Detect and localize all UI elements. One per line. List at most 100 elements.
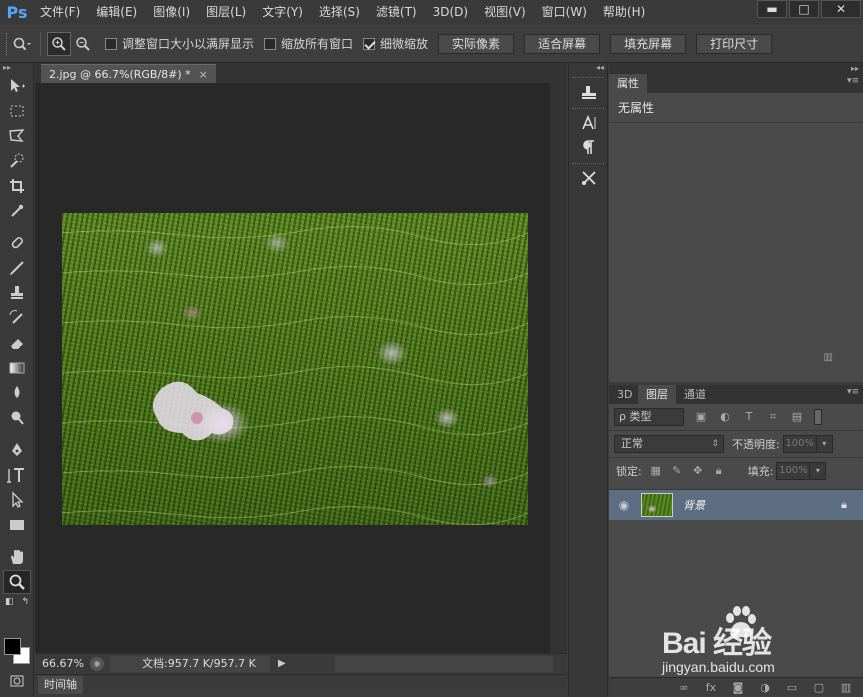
filter-smart-object-icon[interactable]: ▤ <box>790 411 804 423</box>
visibility-eye-icon[interactable]: ◉ <box>609 498 639 512</box>
menu-filter[interactable]: 滤镜(T) <box>368 0 425 25</box>
history-panel-icon[interactable] <box>572 80 606 104</box>
quick-mask-icon[interactable] <box>3 669 31 693</box>
eraser-tool-icon[interactable] <box>3 331 31 355</box>
menu-window[interactable]: 窗口(W) <box>534 0 595 25</box>
menu-3d[interactable]: 3D(D) <box>425 0 476 25</box>
checkbox-box-checked[interactable] <box>363 37 376 50</box>
hand-tool-icon[interactable] <box>3 545 31 569</box>
layer-row-background[interactable]: ◉ 背景 🔒︎ <box>609 489 863 520</box>
history-brush-tool-icon[interactable] <box>3 306 31 330</box>
tab-3d[interactable]: 3D <box>609 385 641 404</box>
zoom-out-icon[interactable] <box>71 32 95 56</box>
swap-colors-icon[interactable]: ◧ ↰ <box>3 595 31 609</box>
lock-all-icon[interactable]: 🔒︎ <box>712 464 726 478</box>
collapse-dock-icon[interactable]: ◂◂ <box>569 63 607 73</box>
move-tool-icon[interactable] <box>3 74 31 98</box>
quick-selection-tool-icon[interactable] <box>3 149 31 173</box>
resize-windows-checkbox[interactable]: 调整窗口大小以满屏显示 <box>105 35 254 52</box>
eyedropper-tool-icon[interactable] <box>3 199 31 223</box>
status-menu-arrow-icon[interactable]: ▶ <box>278 658 286 669</box>
opacity-input[interactable]: 100% <box>782 435 817 453</box>
marquee-tool-icon[interactable] <box>3 99 31 123</box>
crop-tool-icon[interactable] <box>3 174 31 198</box>
menu-help[interactable]: 帮助(H) <box>595 0 653 25</box>
zoom-tool-preset-icon[interactable] <box>10 32 34 56</box>
type-tool-icon[interactable] <box>3 463 31 487</box>
menu-file[interactable]: 文件(F) <box>32 0 88 25</box>
zoom-in-icon[interactable] <box>47 31 71 56</box>
default-colors-icon[interactable]: ◧ <box>5 597 14 607</box>
paragraph-panel-icon[interactable] <box>572 135 606 159</box>
clone-stamp-tool-icon[interactable] <box>3 281 31 305</box>
lock-position-icon[interactable]: ✥ <box>691 464 705 477</box>
character-panel-icon[interactable] <box>572 111 606 135</box>
lock-image-icon[interactable]: ✎ <box>670 464 684 477</box>
add-mask-icon[interactable]: ◙ <box>729 681 747 694</box>
lock-transparent-icon[interactable]: ▦ <box>649 464 663 477</box>
scrubby-zoom-checkbox[interactable]: 细微缩放 <box>363 35 428 52</box>
menu-select[interactable]: 选择(S) <box>311 0 368 25</box>
layer-name[interactable]: 背景 <box>683 497 705 513</box>
filter-adjustment-icon[interactable]: ◐ <box>718 411 732 423</box>
link-layers-icon[interactable]: ∞ <box>675 681 693 694</box>
path-selection-tool-icon[interactable] <box>3 488 31 512</box>
gradient-tool-icon[interactable] <box>3 356 31 380</box>
status-info-icon[interactable]: ◉ <box>90 656 104 671</box>
checkbox-box[interactable] <box>264 37 277 50</box>
fill-dropdown-icon[interactable]: ▾ <box>810 461 827 480</box>
tab-properties[interactable]: 属性 <box>609 74 647 93</box>
collapse-panels-icon[interactable]: ▸▸ <box>609 63 863 74</box>
lasso-tool-icon[interactable] <box>3 124 31 148</box>
layer-style-icon[interactable]: fx <box>702 681 720 694</box>
fill-screen-button[interactable]: 填充屏幕 <box>610 33 687 54</box>
maximize-button[interactable]: □ <box>789 0 819 18</box>
healing-brush-tool-icon[interactable] <box>3 231 31 255</box>
fill-input[interactable]: 100% <box>776 461 811 480</box>
menu-image[interactable]: 图像(I) <box>145 0 198 25</box>
brush-tool-icon[interactable] <box>3 256 31 280</box>
vertical-scrollbar[interactable] <box>550 83 567 653</box>
menu-edit[interactable]: 编辑(E) <box>88 0 145 25</box>
blend-mode-select[interactable]: 正常 <box>614 435 724 453</box>
zoom-all-windows-checkbox[interactable]: 缩放所有窗口 <box>264 35 353 52</box>
zoom-tool-icon[interactable] <box>3 570 31 594</box>
pen-tool-icon[interactable] <box>3 438 31 462</box>
minimize-button[interactable]: ▬ <box>757 0 787 18</box>
filter-type-icon[interactable]: T <box>742 411 756 423</box>
horizontal-scrollbar[interactable] <box>335 656 553 672</box>
panel-menu-icon[interactable]: ▾≡ <box>847 76 859 86</box>
adjustment-layer-icon[interactable]: ◑ <box>756 681 774 694</box>
new-group-icon[interactable]: ▭ <box>783 681 801 694</box>
document-image[interactable] <box>62 213 528 525</box>
tab-layers[interactable]: 图层 <box>638 385 676 404</box>
zoom-level[interactable]: 66.67% <box>35 657 90 670</box>
menu-view[interactable]: 视图(V) <box>476 0 534 25</box>
document-tab[interactable]: 2.jpg @ 66.7%(RGB/8#) * × <box>41 64 216 83</box>
delete-layer-icon[interactable]: ▥ <box>837 681 855 694</box>
blur-tool-icon[interactable] <box>3 381 31 405</box>
menu-layer[interactable]: 图层(L) <box>198 0 254 25</box>
tab-channels[interactable]: 通道 <box>676 385 714 404</box>
actual-pixels-button[interactable]: 实际像素 <box>438 33 515 54</box>
layer-filter-select[interactable]: ρ 类型 <box>614 408 684 426</box>
fit-screen-button[interactable]: 适合屏幕 <box>524 33 601 54</box>
tool-presets-icon[interactable] <box>572 166 606 190</box>
opacity-dropdown-icon[interactable]: ▾ <box>816 435 833 453</box>
canvas-area[interactable] <box>35 83 550 653</box>
dodge-tool-icon[interactable] <box>3 406 31 430</box>
swap-arrow-icon[interactable]: ↰ <box>21 597 29 607</box>
close-tab-icon[interactable]: × <box>199 68 208 81</box>
print-size-button[interactable]: 打印尺寸 <box>696 33 773 54</box>
filter-toggle[interactable] <box>814 409 822 425</box>
panel-menu-icon[interactable]: ▾≡ <box>847 387 859 397</box>
close-button[interactable]: ✕ <box>821 0 861 18</box>
new-layer-icon[interactable]: ▢ <box>810 681 828 694</box>
filter-image-icon[interactable]: ▣ <box>694 411 708 423</box>
timeline-tab[interactable]: 时间轴 <box>38 676 83 694</box>
checkbox-box[interactable] <box>105 37 117 50</box>
rectangle-tool-icon[interactable] <box>3 513 31 537</box>
trash-icon[interactable]: ▥ <box>824 352 833 363</box>
foreground-color-swatch[interactable] <box>4 638 21 655</box>
collapse-toolbox-icon[interactable]: ▸▸ <box>0 63 33 73</box>
